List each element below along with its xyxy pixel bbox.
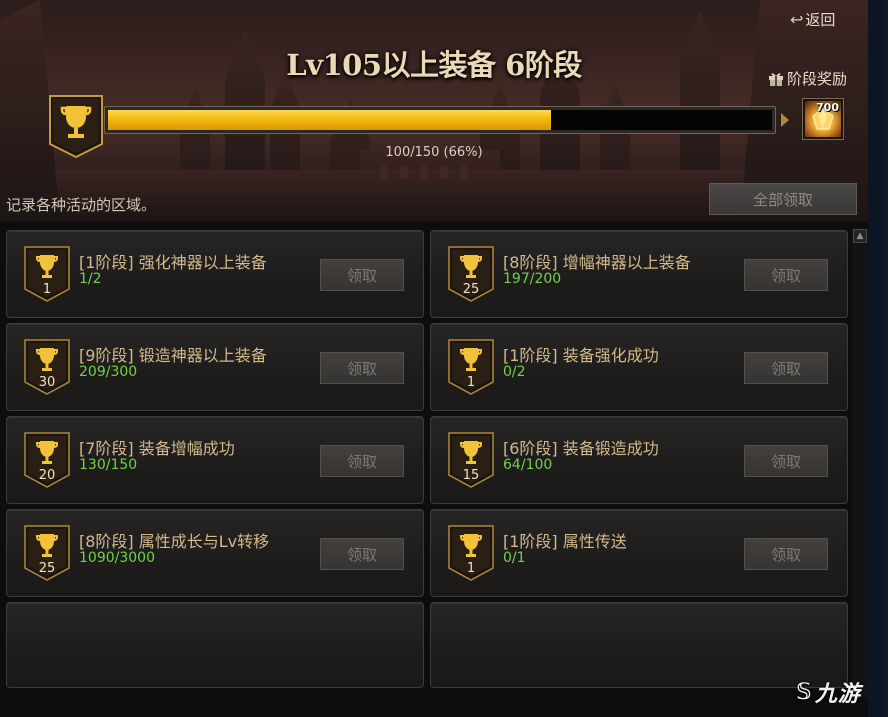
scroll-up-button[interactable]: ▲ (853, 229, 867, 243)
achievement-progress: 1/2 (79, 271, 102, 287)
achievement-title: [6阶段] 装备锻造成功 (503, 439, 659, 458)
stage-reward-label: 阶段奖励 (768, 68, 847, 89)
achievement-title: [1阶段] 属性传送 (503, 532, 627, 551)
badge-level: 30 (38, 375, 56, 390)
trophy-badge: 1 (23, 245, 71, 303)
claim-button[interactable]: 领取 (744, 259, 828, 291)
badge-level: 15 (462, 468, 480, 483)
watermark: 𝕊 九游 (796, 676, 861, 708)
stage-progress-bar (104, 106, 776, 134)
gem-icon: 700 (805, 101, 841, 137)
empty-slot (430, 602, 848, 688)
achievement-card: 1 [1阶段] 属性传送 0/1 领取 (430, 509, 848, 597)
achievement-progress: 197/200 (503, 271, 562, 287)
back-button[interactable]: ↩ 返回 (790, 8, 835, 30)
reward-count: 700 (816, 101, 839, 114)
claim-button[interactable]: 领取 (320, 538, 404, 570)
progress-arrow-icon (781, 113, 789, 127)
achievement-card: 20 [7阶段] 装备增幅成功 130/150 领取 (6, 416, 424, 504)
trophy-badge: 1 (447, 338, 495, 396)
badge-level: 25 (462, 282, 480, 297)
page-title: Lv105以上装备 6阶段 (286, 48, 582, 82)
achievement-card: 1 [1阶段] 装备强化成功 0/2 领取 (430, 323, 848, 411)
achievement-progress: 209/300 (79, 364, 138, 380)
badge-level: 1 (466, 561, 476, 576)
stage-reward-item[interactable]: 700 (802, 98, 844, 140)
claim-button[interactable]: 领取 (320, 352, 404, 384)
achievement-title: [1阶段] 强化神器以上装备 (79, 253, 267, 272)
badge-level: 1 (466, 375, 476, 390)
claim-button[interactable]: 领取 (744, 538, 828, 570)
return-arrow-icon: ↩ (790, 9, 804, 29)
claim-button[interactable]: 领取 (744, 352, 828, 384)
progress-text: 100/150 (66%) (385, 145, 483, 160)
watermark-text: 九游 (814, 682, 861, 707)
empty-slot (6, 602, 424, 688)
trophy-badge: 30 (23, 338, 71, 396)
achievement-card: 25 [8阶段] 增幅神器以上装备 197/200 领取 (430, 230, 848, 318)
description-text: 记录各种活动的区域。 (6, 196, 157, 214)
achievement-progress: 0/1 (503, 550, 526, 566)
claim-button[interactable]: 领取 (320, 445, 404, 477)
achievement-progress: 64/100 (503, 457, 553, 473)
achievement-progress: 0/2 (503, 364, 526, 380)
achievement-card: 15 [6阶段] 装备锻造成功 64/100 领取 (430, 416, 848, 504)
achievement-card: 25 [8阶段] 属性成长与Lv转移 1090/3000 领取 (6, 509, 424, 597)
badge-level: 25 (38, 561, 56, 576)
trophy-badge: 15 (447, 431, 495, 489)
achievement-title: [8阶段] 增幅神器以上装备 (503, 253, 691, 272)
watermark-logo-icon: 𝕊 (796, 679, 813, 705)
achievement-progress: 1090/3000 (79, 550, 155, 566)
right-edge-strip (868, 0, 888, 717)
trophy-badge: 25 (23, 524, 71, 582)
claim-all-button[interactable]: 全部领取 (709, 183, 857, 215)
achievement-title: [1阶段] 装备强化成功 (503, 346, 659, 365)
achievement-title: [9阶段] 锻造神器以上装备 (79, 346, 267, 365)
badge-level: 1 (42, 282, 52, 297)
stage-progress-fill (108, 110, 551, 130)
claim-button[interactable]: 领取 (320, 259, 404, 291)
achievement-card: 1 [1阶段] 强化神器以上装备 1/2 领取 (6, 230, 424, 318)
back-label: 返回 (805, 10, 836, 29)
badge-level: 20 (38, 468, 56, 483)
scrollbar[interactable] (852, 228, 868, 698)
trophy-badge: 25 (447, 245, 495, 303)
trophy-badge: 1 (447, 524, 495, 582)
achievement-title: [8阶段] 属性成长与Lv转移 (79, 532, 270, 551)
trophy-badge: 20 (23, 431, 71, 489)
claim-button[interactable]: 领取 (744, 445, 828, 477)
stage-reward-text: 阶段奖励 (787, 70, 848, 88)
achievement-progress: 130/150 (79, 457, 138, 473)
achievement-card: 30 [9阶段] 锻造神器以上装备 209/300 领取 (6, 323, 424, 411)
gift-icon (769, 72, 783, 86)
achievement-title: [7阶段] 装备增幅成功 (79, 439, 235, 458)
